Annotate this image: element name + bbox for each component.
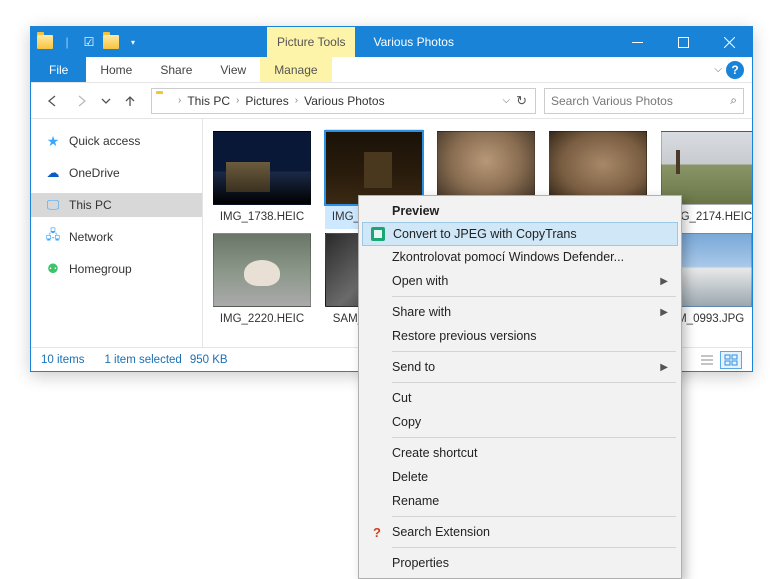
- tab-view[interactable]: View: [206, 57, 260, 82]
- thumbnail: [549, 131, 647, 205]
- homegroup-icon: ⚉: [45, 261, 61, 277]
- window-title: Various Photos: [373, 35, 454, 49]
- cloud-icon: ☁: [45, 165, 61, 181]
- chevron-right-icon[interactable]: ›: [291, 95, 302, 106]
- ctx-cut[interactable]: Cut: [362, 386, 678, 410]
- breadcrumb-pictures[interactable]: Pictures: [243, 94, 290, 108]
- ctx-windows-defender[interactable]: Zkontrolovat pomocí Windows Defender...: [362, 245, 678, 269]
- ctx-share-with[interactable]: Share with▶: [362, 300, 678, 324]
- chevron-right-icon[interactable]: ›: [232, 95, 243, 106]
- quick-access-toolbar: | ☑ ▾: [31, 34, 147, 50]
- address-dropdown-icon[interactable]: ⌵: [503, 95, 511, 106]
- search-input[interactable]: Search Various Photos ⌕: [544, 88, 744, 114]
- forward-button[interactable]: [69, 88, 95, 114]
- chevron-right-icon: ▶: [660, 362, 668, 373]
- refresh-button[interactable]: ↻: [516, 93, 527, 109]
- thumbnail: [661, 131, 752, 205]
- new-folder-qat-icon[interactable]: [103, 34, 119, 50]
- qat-separator: |: [59, 34, 75, 50]
- thumbnail: [325, 131, 423, 205]
- separator: [392, 547, 676, 548]
- titlebar[interactable]: | ☑ ▾ Picture Tools Various Photos: [31, 27, 752, 57]
- network-icon: 🖧: [45, 229, 61, 245]
- file-item[interactable]: IMG_2220.HEIC: [213, 231, 311, 331]
- tab-home[interactable]: Home: [86, 57, 146, 82]
- breadcrumb-this-pc[interactable]: This PC: [185, 94, 232, 108]
- separator: [392, 516, 676, 517]
- tab-manage[interactable]: Manage: [260, 57, 331, 82]
- maximize-button[interactable]: [660, 27, 706, 57]
- ctx-delete[interactable]: Delete: [362, 465, 678, 489]
- sidebar-item-label: Homegroup: [69, 262, 132, 276]
- file-name: IMG_1738.HEIC: [213, 209, 311, 229]
- star-icon: ★: [45, 133, 61, 149]
- ctx-properties[interactable]: Properties: [362, 551, 678, 575]
- sidebar-item-label: OneDrive: [69, 166, 120, 180]
- question-icon: ?: [368, 523, 386, 541]
- sidebar-item-homegroup[interactable]: ⚉ Homegroup: [31, 257, 202, 281]
- navigation-bar: › This PC › Pictures › Various Photos ⌵ …: [31, 83, 752, 119]
- separator: [392, 437, 676, 438]
- search-placeholder: Search Various Photos: [551, 94, 673, 108]
- properties-qat-icon[interactable]: ☑: [81, 34, 97, 50]
- qat-customize-icon[interactable]: ▾: [125, 34, 141, 50]
- breadcrumb-various-photos[interactable]: Various Photos: [302, 94, 387, 108]
- sidebar-item-label: This PC: [69, 198, 112, 212]
- file-name: IMG_2220.HEIC: [213, 311, 311, 331]
- details-view-button[interactable]: [696, 351, 718, 369]
- monitor-icon: 🖵: [45, 197, 61, 213]
- tab-share[interactable]: Share: [146, 57, 206, 82]
- tab-file[interactable]: File: [31, 57, 86, 82]
- ctx-preview[interactable]: Preview: [362, 199, 678, 223]
- help-button[interactable]: ?: [726, 61, 744, 79]
- file-item[interactable]: IMG_1738.HEIC: [213, 129, 311, 229]
- minimize-button[interactable]: [614, 27, 660, 57]
- ribbon-tabs: File Home Share View Manage ⌵ ?: [31, 57, 752, 83]
- search-icon[interactable]: ⌕: [730, 93, 737, 108]
- back-button[interactable]: [39, 88, 65, 114]
- thumbnail: [213, 233, 311, 307]
- folder-icon: [156, 94, 174, 108]
- chevron-right-icon[interactable]: ›: [174, 95, 185, 106]
- sidebar-item-network[interactable]: 🖧 Network: [31, 225, 202, 249]
- ctx-send-to[interactable]: Send to▶: [362, 355, 678, 379]
- sidebar-item-this-pc[interactable]: 🖵 This PC: [31, 193, 202, 217]
- separator: [392, 296, 676, 297]
- ctx-convert-jpeg[interactable]: Convert to JPEG with CopyTrans: [362, 222, 678, 246]
- navigation-pane: ★ Quick access ☁ OneDrive 🖵 This PC 🖧 Networ…: [31, 119, 203, 347]
- chevron-right-icon: ▶: [660, 276, 668, 287]
- chevron-right-icon: ▶: [660, 307, 668, 318]
- separator: [392, 351, 676, 352]
- ctx-create-shortcut[interactable]: Create shortcut: [362, 441, 678, 465]
- status-size: 950 KB: [190, 354, 228, 366]
- thumbnail: [213, 131, 311, 205]
- copytrans-icon: [369, 225, 387, 243]
- sidebar-item-quick-access[interactable]: ★ Quick access: [31, 129, 202, 153]
- close-button[interactable]: [706, 27, 752, 57]
- thumbnail: [437, 131, 535, 205]
- context-menu: Preview Convert to JPEG with CopyTrans Z…: [358, 195, 682, 579]
- ctx-open-with[interactable]: Open with▶: [362, 269, 678, 293]
- thumbnails-view-button[interactable]: [720, 351, 742, 369]
- ribbon-collapse-icon[interactable]: ⌵: [714, 64, 722, 75]
- address-bar[interactable]: › This PC › Pictures › Various Photos ⌵ …: [151, 88, 536, 114]
- ctx-rename[interactable]: Rename: [362, 489, 678, 513]
- explorer-icon: [37, 34, 53, 50]
- sidebar-item-label: Network: [69, 230, 113, 244]
- recent-dropdown-icon[interactable]: [99, 88, 113, 114]
- sidebar-item-onedrive[interactable]: ☁ OneDrive: [31, 161, 202, 185]
- sidebar-item-label: Quick access: [69, 134, 140, 148]
- separator: [392, 382, 676, 383]
- up-button[interactable]: [117, 88, 143, 114]
- ctx-copy[interactable]: Copy: [362, 410, 678, 434]
- status-item-count: 10 items: [41, 354, 84, 366]
- ctx-restore-versions[interactable]: Restore previous versions: [362, 324, 678, 348]
- status-selection-count: 1 item selected: [104, 354, 181, 366]
- contextual-tab-label: Picture Tools: [267, 27, 355, 57]
- ctx-search-extension[interactable]: ? Search Extension: [362, 520, 678, 544]
